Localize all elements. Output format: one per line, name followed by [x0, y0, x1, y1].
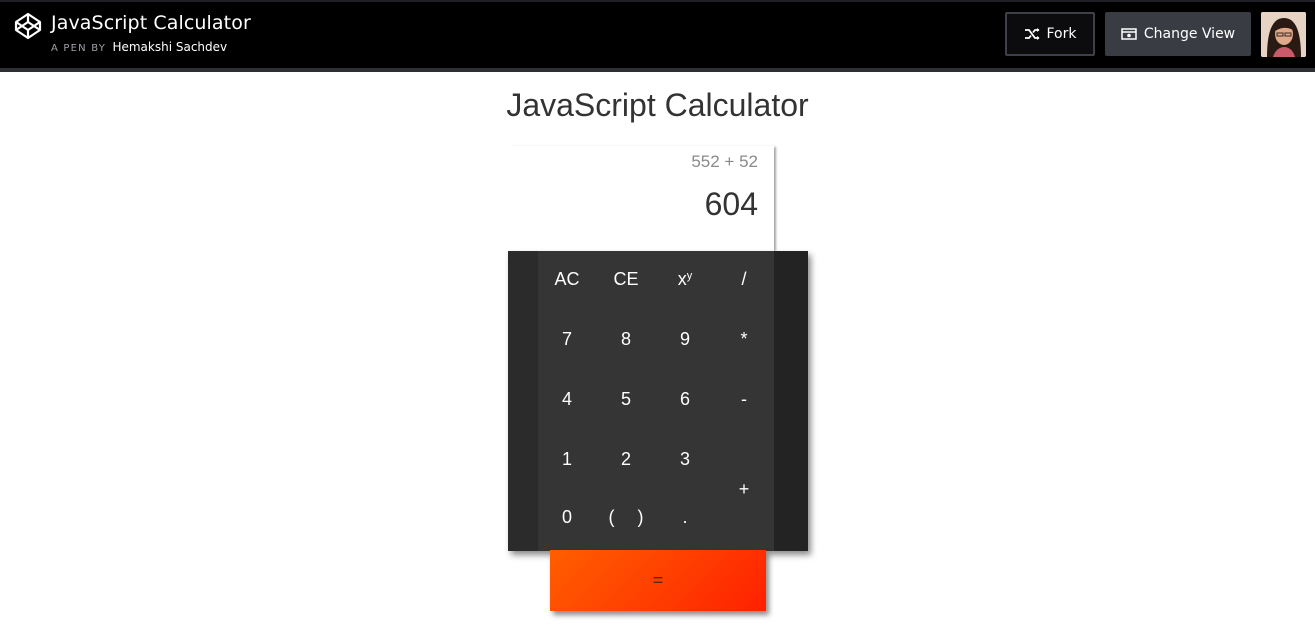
- digit-8-button[interactable]: 8: [597, 314, 655, 364]
- expression-display: 552 + 52: [691, 152, 758, 171]
- pen-byline: A PEN BY Hemakshi Sachdev: [51, 40, 227, 54]
- clear-entry-button[interactable]: CE: [597, 254, 655, 304]
- pen-title: JavaScript Calculator: [51, 12, 251, 34]
- open-paren-button[interactable]: (: [597, 492, 626, 542]
- fork-button[interactable]: Fork: [1005, 12, 1095, 56]
- add-button[interactable]: +: [715, 434, 773, 544]
- power-button[interactable]: xy: [656, 254, 714, 304]
- fork-label: Fork: [1046, 26, 1077, 42]
- digit-0-button[interactable]: 0: [538, 492, 596, 542]
- digit-5-button[interactable]: 5: [597, 374, 655, 424]
- avatar-image: [1261, 12, 1306, 57]
- codepen-logo-icon[interactable]: [14, 12, 42, 40]
- user-avatar[interactable]: [1261, 12, 1306, 57]
- codepen-header: JavaScript Calculator A PEN BY Hemakshi …: [0, 0, 1315, 72]
- calculator-display: 552 + 52 604: [508, 146, 774, 252]
- decimal-button[interactable]: .: [656, 492, 714, 542]
- digit-6-button[interactable]: 6: [656, 374, 714, 424]
- change-view-button[interactable]: Change View: [1105, 12, 1251, 56]
- pen-by-label: A PEN BY: [51, 43, 107, 54]
- page-title: JavaScript Calculator: [506, 87, 809, 123]
- change-view-icon: [1121, 28, 1137, 40]
- calculator-keypad: AC CE xy / 7 8 9 * 4 5 6 - 1 2 3 + 0 ( )…: [508, 251, 808, 551]
- power-exponent-label: y: [686, 270, 693, 282]
- digit-4-button[interactable]: 4: [538, 374, 596, 424]
- multiply-button[interactable]: *: [715, 314, 773, 364]
- equals-button[interactable]: =: [550, 550, 766, 611]
- fork-icon: [1024, 28, 1039, 40]
- change-view-label: Change View: [1143, 26, 1236, 42]
- divide-button[interactable]: /: [715, 254, 773, 304]
- close-paren-button[interactable]: ): [626, 492, 655, 542]
- result-display: 604: [704, 186, 758, 222]
- keypad-edge: [774, 251, 808, 551]
- digit-2-button[interactable]: 2: [597, 434, 655, 484]
- pen-author-link[interactable]: Hemakshi Sachdev: [112, 40, 227, 54]
- all-clear-button[interactable]: AC: [538, 254, 596, 304]
- digit-1-button[interactable]: 1: [538, 434, 596, 484]
- power-base-label: x: [677, 268, 687, 289]
- subtract-button[interactable]: -: [715, 374, 773, 424]
- digit-9-button[interactable]: 9: [656, 314, 714, 364]
- digit-3-button[interactable]: 3: [656, 434, 714, 484]
- digit-7-button[interactable]: 7: [538, 314, 596, 364]
